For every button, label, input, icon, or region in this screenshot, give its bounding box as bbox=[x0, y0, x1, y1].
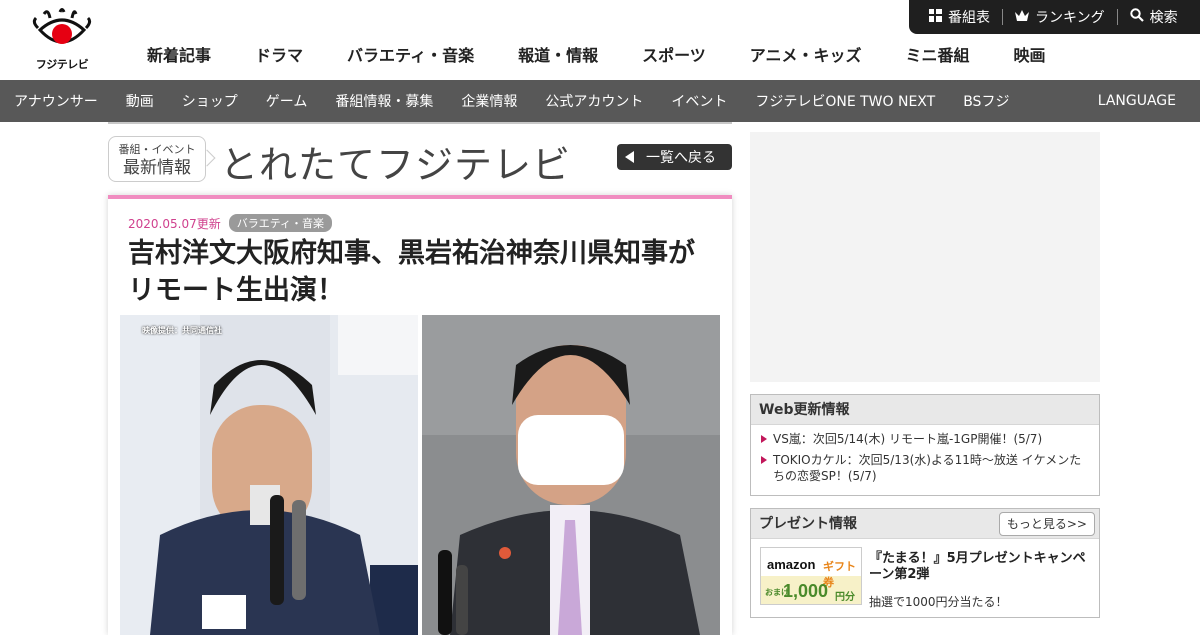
nav-anime-kids[interactable]: アニメ・キッズ bbox=[728, 40, 884, 72]
bullet-arrow-icon bbox=[761, 456, 767, 464]
subnav-corporate[interactable]: 企業情報 bbox=[461, 91, 517, 111]
grid-icon bbox=[929, 8, 942, 26]
section-divider bbox=[108, 122, 732, 124]
sub-nav: アナウンサー 動画 ショップ ゲーム 番組情報・募集 企業情報 公式アカウント … bbox=[0, 80, 1200, 122]
present-item-title[interactable]: 『たまる！』5月プレゼントキャンペーン第2弾 bbox=[869, 551, 1091, 583]
language-link[interactable]: LANGUAGE bbox=[1098, 93, 1176, 109]
nav-drama[interactable]: ドラマ bbox=[233, 40, 325, 72]
subnav-shop[interactable]: ショップ bbox=[182, 91, 238, 111]
present-item-desc: 抽選で1000円分当たる！ bbox=[869, 595, 1008, 609]
article-card: 2020.05.07更新 バラエティ・音楽 吉村洋文大阪府知事、黒岩祐治神奈川県… bbox=[108, 195, 732, 635]
subnav-official-accounts[interactable]: 公式アカウント bbox=[545, 91, 643, 111]
more-button[interactable]: もっと見る>> bbox=[998, 512, 1095, 536]
fujitv-logo[interactable]: フジテレビ bbox=[30, 8, 94, 71]
main-nav: 新着記事 ドラマ バラエティ・音楽 報道・情報 スポーツ アニメ・キッズ ミニ番… bbox=[125, 40, 1068, 72]
gift-card-thumbnail[interactable]: amazon ギフト券 おまけ 1,000 円分 bbox=[760, 547, 862, 605]
web-update-list: VS嵐：次回5/14(木) リモート嵐-1GP開催！(5/7) TOKIOカケル… bbox=[751, 425, 1099, 495]
gift-amount: 1,000 bbox=[783, 581, 829, 601]
badge-line1: 番組・イベント bbox=[118, 143, 196, 156]
article-photo: 映像提供：共同通信社 bbox=[120, 315, 720, 635]
logo-text: フジテレビ bbox=[35, 58, 89, 71]
section-badge: 番組・イベント 最新情報 bbox=[108, 136, 206, 182]
subnav-one-two-next[interactable]: フジテレビONE TWO NEXT bbox=[755, 91, 935, 111]
subnav-bs-fuji[interactable]: BSフジ bbox=[963, 91, 1009, 111]
utility-divider bbox=[1002, 9, 1003, 25]
bullet-arrow-icon bbox=[761, 435, 767, 443]
nav-new-articles[interactable]: 新着記事 bbox=[125, 40, 233, 72]
gift-unit: 円分 bbox=[835, 592, 855, 603]
web-update-title: Web更新情報 bbox=[751, 395, 1099, 425]
nav-news-info[interactable]: 報道・情報 bbox=[496, 40, 620, 72]
list-item[interactable]: VS嵐：次回5/14(木) リモート嵐-1GP開催！(5/7) bbox=[761, 431, 1089, 447]
ranking-link[interactable]: ランキング bbox=[1015, 8, 1105, 26]
subnav-videos[interactable]: 動画 bbox=[126, 91, 154, 111]
list-item[interactable]: TOKIOカケル：次回5/13(水)よる11時～放送 イケメンたちの恋愛SP！(… bbox=[761, 452, 1089, 484]
program-guide-link[interactable]: 番組表 bbox=[929, 8, 990, 26]
ranking-label: ランキング bbox=[1035, 10, 1105, 26]
ad-placeholder bbox=[750, 132, 1100, 382]
back-to-list-label: 一覧へ戻る bbox=[646, 150, 716, 166]
present-widget: プレゼント情報 もっと見る>> amazon ギフト券 おまけ 1,000 円分… bbox=[750, 508, 1100, 618]
gift-brand: amazon bbox=[767, 557, 816, 572]
crown-icon bbox=[1015, 9, 1029, 25]
site-header: フジテレビ 番組表 ランキング 検索 新着記事 ドラマ バラエティ・音楽 報道・… bbox=[0, 0, 1200, 80]
web-update-text: VS嵐：次回5/14(木) リモート嵐-1GP開催！(5/7) bbox=[773, 432, 1043, 446]
search-link[interactable]: 検索 bbox=[1129, 8, 1178, 26]
badge-line2: 最新情報 bbox=[123, 158, 191, 178]
subnav-announcers[interactable]: アナウンサー bbox=[14, 91, 98, 111]
web-update-widget: Web更新情報 VS嵐：次回5/14(木) リモート嵐-1GP開催！(5/7) … bbox=[750, 394, 1100, 496]
search-icon bbox=[1129, 8, 1144, 26]
nav-mini-programs[interactable]: ミニ番組 bbox=[883, 40, 991, 72]
present-title: プレゼント情報 bbox=[759, 516, 857, 532]
subnav-events[interactable]: イベント bbox=[671, 91, 727, 111]
nav-variety-music[interactable]: バラエティ・音楽 bbox=[325, 40, 496, 72]
back-to-list-button[interactable]: 一覧へ戻る bbox=[617, 144, 732, 170]
article-date: 2020.05.07更新 bbox=[128, 216, 221, 231]
article-headline: 吉村洋文大阪府知事、黒岩祐治神奈川県知事がリモート生出演！ bbox=[128, 238, 695, 306]
subnav-games[interactable]: ゲーム bbox=[266, 91, 308, 111]
category-tag[interactable]: バラエティ・音楽 bbox=[228, 214, 333, 232]
utility-divider bbox=[1116, 9, 1118, 25]
nav-sports[interactable]: スポーツ bbox=[620, 40, 728, 72]
nav-movies[interactable]: 映画 bbox=[991, 40, 1067, 72]
back-arrow-icon bbox=[625, 151, 634, 163]
web-update-text: TOKIOカケル：次回5/13(水)よる11時～放送 イケメンたちの恋愛SP！(… bbox=[773, 453, 1082, 483]
utility-bar: 番組表 ランキング 検索 bbox=[909, 0, 1200, 34]
subnav-program-info[interactable]: 番組情報・募集 bbox=[335, 91, 433, 111]
governors-photo bbox=[120, 315, 720, 635]
gift-label: ギフト券 bbox=[823, 560, 856, 589]
eye-mark-icon bbox=[32, 8, 92, 44]
present-header: プレゼント情報 もっと見る>> bbox=[751, 509, 1099, 539]
section-title: とれたてフジテレビ bbox=[220, 143, 572, 187]
article-meta: 2020.05.07更新 バラエティ・音楽 bbox=[128, 214, 333, 232]
search-label: 検索 bbox=[1149, 10, 1178, 26]
program-guide-label: 番組表 bbox=[948, 10, 990, 26]
photo-credit: 映像提供：共同通信社 bbox=[142, 326, 222, 335]
